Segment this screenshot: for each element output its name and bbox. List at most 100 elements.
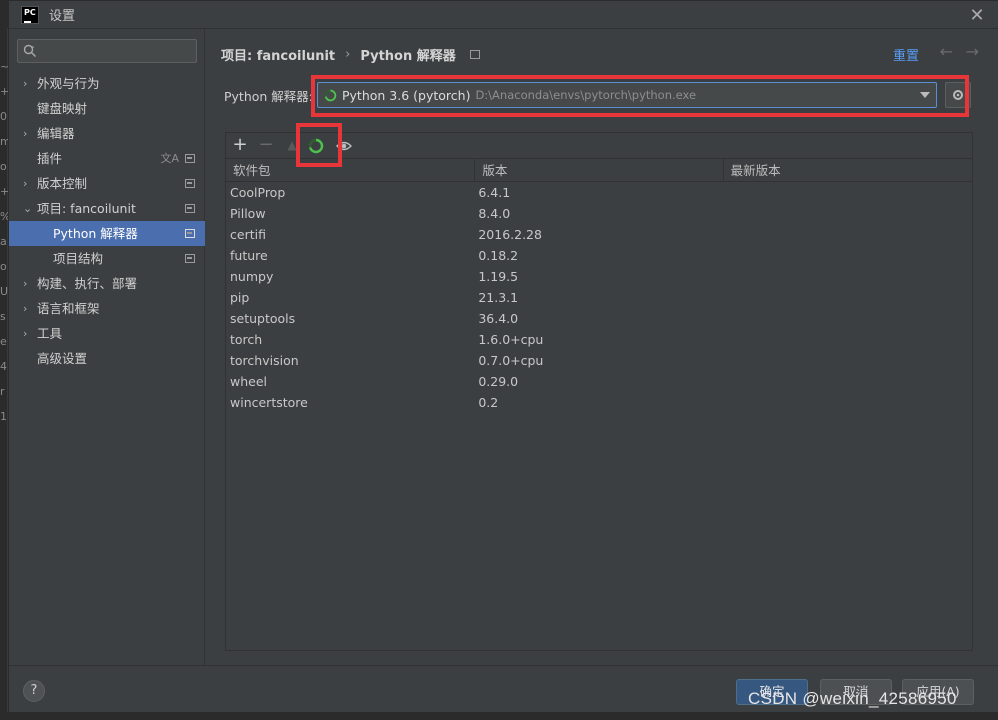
version-cell: 21.3.1 xyxy=(478,290,519,305)
breadcrumb-project[interactable]: 项目: fancoilunit xyxy=(221,45,335,64)
edge-char: a xyxy=(0,235,7,248)
column-header-latest[interactable]: 最新版本 xyxy=(724,159,972,181)
sidebar-item-label: Python 解释器 xyxy=(53,226,138,241)
table-row[interactable]: numpy 1.19.5 xyxy=(226,266,972,287)
chevron-icon: › xyxy=(23,327,28,340)
version-cell: 0.7.0+cpu xyxy=(478,353,544,368)
loading-spinner-icon xyxy=(308,138,324,154)
sidebar-item[interactable]: 键盘映射 xyxy=(9,96,205,121)
main-panel: 项目: fancoilunit › Python 解释器 重置 ← → Pyth… xyxy=(205,29,998,665)
eye-icon xyxy=(336,141,352,151)
edge-char: U xyxy=(0,285,8,298)
sidebar-item-label: 构建、执行、部署 xyxy=(37,276,138,291)
latest-version-cell xyxy=(724,182,972,203)
edge-char: o xyxy=(0,260,7,273)
sidebar-item[interactable]: 项目结构 xyxy=(9,246,205,271)
interpreter-path: D:\Anaconda\envs\pytorch\python.exe xyxy=(475,88,697,102)
window-title: 设置 xyxy=(49,9,76,24)
latest-version-cell xyxy=(724,245,972,266)
column-header-package[interactable]: 软件包 xyxy=(226,159,476,181)
table-row[interactable]: CoolProp 6.4.1 xyxy=(226,182,972,203)
interpreter-dropdown[interactable]: Python 3.6 (pytorch) D:\Anaconda\envs\py… xyxy=(317,82,937,108)
project-scope-icon xyxy=(185,229,195,238)
sidebar-nav: › 外观与行为 键盘映射 › 编辑器 插件 文A › 版本控制 ⌄ 项目: fancoilunit P… xyxy=(9,71,205,371)
interpreter-name: Python 3.6 (pytorch) xyxy=(342,87,471,103)
reset-link[interactable]: 重置 xyxy=(893,45,919,64)
sidebar-item[interactable]: ⌄ 项目: fancoilunit xyxy=(9,196,205,221)
help-button[interactable]: ? xyxy=(23,680,45,702)
edge-char: e xyxy=(0,335,7,348)
package-name-cell: torch xyxy=(230,332,263,347)
sidebar-item[interactable]: 插件 文A xyxy=(9,146,205,171)
add-package-button[interactable]: + xyxy=(230,136,250,156)
latest-version-cell xyxy=(724,329,972,350)
table-row[interactable]: future 0.18.2 xyxy=(226,245,972,266)
chevron-icon: › xyxy=(23,77,28,90)
edge-char: o xyxy=(0,160,7,173)
gear-icon xyxy=(953,90,963,100)
latest-version-cell xyxy=(724,371,972,392)
settings-dialog: PC 设置 ✕ › 外观与行为 键盘映射 › 编辑器 插件 文A › 版本控制 ⌄ 项目: fanc… xyxy=(8,0,998,713)
pycharm-logo-icon: PC xyxy=(21,5,39,24)
show-early-releases-button[interactable] xyxy=(334,136,354,156)
chevron-icon: › xyxy=(23,302,28,315)
remove-package-button[interactable]: − xyxy=(256,136,276,156)
edge-char: ~ xyxy=(0,60,8,73)
table-row[interactable]: setuptools 36.4.0 xyxy=(226,308,972,329)
chevron-icon: › xyxy=(23,177,28,190)
forward-arrow-icon[interactable]: → xyxy=(966,42,979,61)
package-table-body: CoolProp 6.4.1 Pillow 8.4.0 certifi 2016.2.28… xyxy=(226,182,972,413)
search-icon xyxy=(23,44,36,57)
chevron-icon: ⌄ xyxy=(23,202,33,215)
translate-icon: 文A xyxy=(160,152,179,165)
sidebar-item[interactable]: › 外观与行为 xyxy=(9,71,205,96)
version-cell: 0.18.2 xyxy=(478,248,519,263)
settings-search[interactable] xyxy=(17,39,197,63)
page-title: Python 解释器 xyxy=(360,49,456,64)
column-header-version[interactable]: 版本 xyxy=(475,159,724,181)
chevron-icon: › xyxy=(23,127,28,140)
upgrade-package-button[interactable]: ▲ xyxy=(282,136,302,156)
package-name-cell: wincertstore xyxy=(230,395,308,410)
table-row[interactable]: torch 1.6.0+cpu xyxy=(226,329,972,350)
package-table-header: 软件包 版本 最新版本 xyxy=(226,159,972,182)
csdn-watermark: CSDN @weixin_42586950 xyxy=(748,689,957,708)
sidebar-item-label: 语言和框架 xyxy=(37,301,100,316)
interpreter-settings-button[interactable] xyxy=(945,82,971,108)
package-name-cell: certifi xyxy=(230,227,266,242)
project-scope-icon xyxy=(469,50,480,59)
table-row[interactable]: wheel 0.29.0 xyxy=(226,371,972,392)
chevron-down-icon xyxy=(920,92,930,98)
version-cell: 36.4.0 xyxy=(478,311,519,326)
latest-version-cell xyxy=(724,287,972,308)
table-row[interactable]: certifi 2016.2.28 xyxy=(226,224,972,245)
version-cell: 8.4.0 xyxy=(478,206,511,221)
latest-version-cell xyxy=(724,392,972,413)
sidebar-item[interactable]: › 构建、执行、部署 xyxy=(9,271,205,296)
table-row[interactable]: torchvision 0.7.0+cpu xyxy=(226,350,972,371)
latest-version-cell xyxy=(724,308,972,329)
refresh-spinner-button[interactable] xyxy=(306,136,326,156)
sidebar-item[interactable]: 高级设置 xyxy=(9,346,205,371)
edge-char: s xyxy=(0,310,6,323)
sidebar-item[interactable]: › 工具 xyxy=(9,321,205,346)
chevron-icon: › xyxy=(23,277,28,290)
edge-char: 0 xyxy=(0,110,7,123)
version-cell: 1.19.5 xyxy=(478,269,519,284)
breadcrumb-separator: › xyxy=(345,47,351,62)
sidebar-item[interactable]: › 语言和框架 xyxy=(9,296,205,321)
edge-char: m xyxy=(0,135,8,148)
close-icon[interactable]: ✕ xyxy=(967,5,987,26)
search-input[interactable] xyxy=(42,42,192,60)
table-row[interactable]: wincertstore 0.2 xyxy=(226,392,972,413)
package-name-cell: numpy xyxy=(230,269,274,284)
sidebar-item[interactable]: Python 解释器 xyxy=(9,221,205,246)
edge-char: + xyxy=(0,185,8,198)
sidebar-item[interactable]: › 版本控制 xyxy=(9,171,205,196)
package-name-cell: wheel xyxy=(230,374,267,389)
table-row[interactable]: Pillow 8.4.0 xyxy=(226,203,972,224)
sidebar-item[interactable]: › 编辑器 xyxy=(9,121,205,146)
table-row[interactable]: pip 21.3.1 xyxy=(226,287,972,308)
settings-sidebar: › 外观与行为 键盘映射 › 编辑器 插件 文A › 版本控制 ⌄ 项目: fancoilunit P… xyxy=(9,29,205,665)
back-arrow-icon[interactable]: ← xyxy=(940,42,953,61)
